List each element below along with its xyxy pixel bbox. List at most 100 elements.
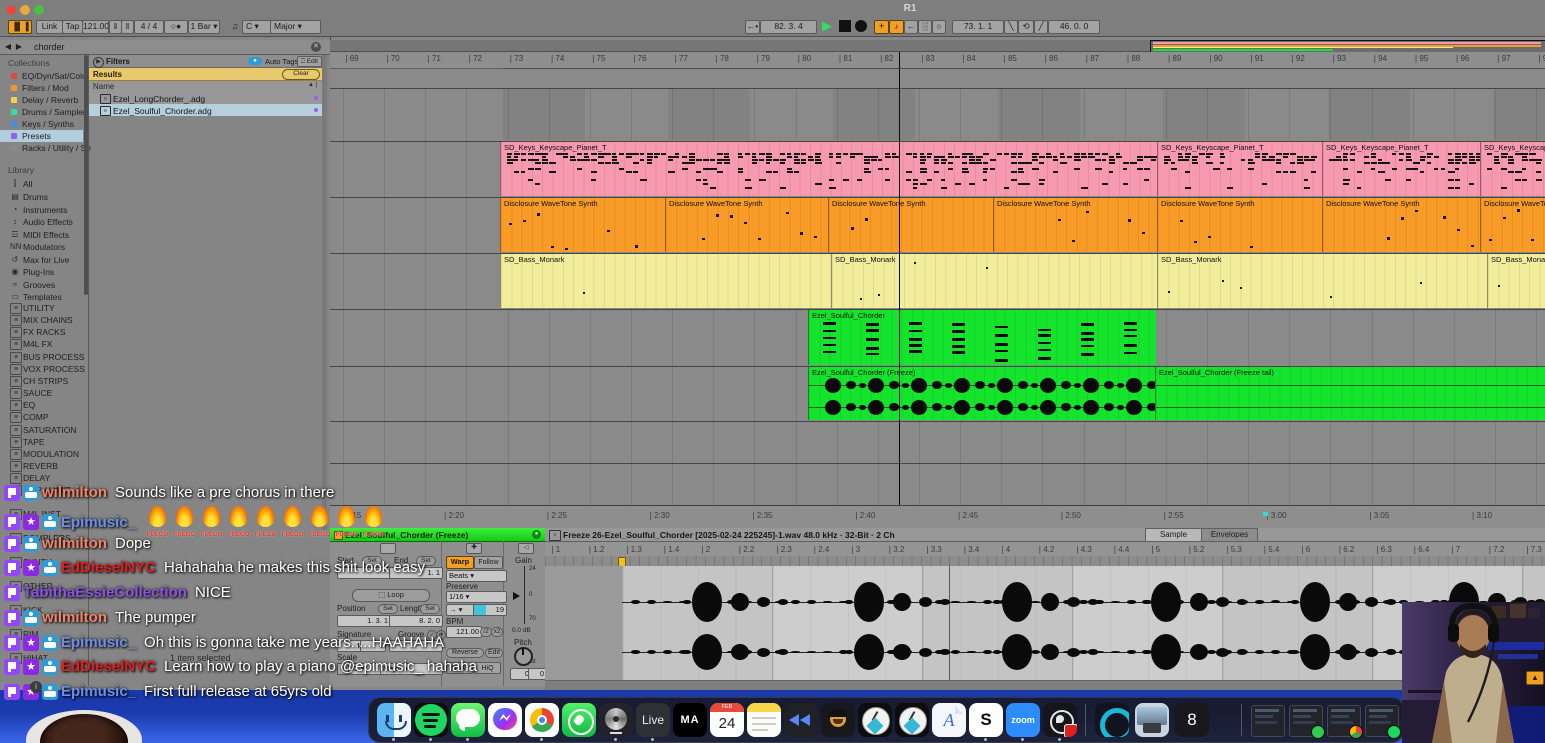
sidebar-item-collection[interactable]: Racks / Utility / Se [0,142,83,154]
sidebar-item-library[interactable]: ◉Plug-Ins [0,266,83,278]
search-input[interactable]: chorder [34,42,294,53]
tap-label[interactable]: Tap [62,20,83,34]
sidebar-item-library[interactable]: ◔Instruments [0,204,83,216]
arrangement-clip-synth[interactable]: Disclosure WaveTone Synth [1157,198,1323,252]
window-thumb-messages[interactable] [1289,705,1323,737]
punch-out-button[interactable]: ╱ [1034,20,1048,34]
clear-button[interactable]: Clear [282,69,320,80]
sidebar-item-library[interactable]: ↺Max for Live [0,254,83,266]
window-thumb-chrome[interactable] [1327,705,1361,737]
dj-character-dock-icon[interactable] [821,703,855,737]
arrangement-clip-synth[interactable]: Disclosure WaveTone Synth [828,198,994,252]
back-to-arrangement-button[interactable]: ← [904,20,918,34]
sidebar-item-library[interactable]: ≡M4L FX [0,338,83,350]
time-ruler[interactable] [330,505,1545,528]
chrome-dock-icon[interactable] [525,703,559,737]
bpm-double-button[interactable]: x2 [491,627,503,637]
chat-username[interactable]: Epimusic_ [61,634,136,651]
quantize-chooser[interactable]: 1 Bar ▾ [188,20,220,34]
zoom-dock-icon[interactable]: zoom [1006,703,1040,737]
sidebar-item-library[interactable]: ≡COMP [0,411,83,423]
reverse-button[interactable]: Reverse [446,648,484,658]
obs-dock-icon[interactable] [1043,703,1077,737]
eight-app-dock-icon[interactable]: 8 [1175,703,1209,737]
browser-forward-button[interactable]: ▶ [14,42,24,52]
sidebar-item-library[interactable]: ≡REVERB [0,460,83,472]
arrangement-clip-bass[interactable]: SD_Bass_Monark [1157,254,1488,308]
rewind-dock-icon[interactable] [784,703,818,737]
key-scale-chooser[interactable]: Major ▾ [270,20,321,34]
arrangement-clip-bass[interactable]: SD_Bass_Monark [1487,254,1545,308]
sidebar-item-library[interactable]: ≡VOX PROCESS [0,363,83,375]
metronome-toggle[interactable]: ○● [164,20,188,34]
clip-collapse-icon[interactable]: ● [532,530,541,539]
sidebar-item-library[interactable]: ⫿All [0,178,83,190]
messenger-dock-icon[interactable] [488,703,522,737]
stop-button[interactable] [839,20,851,32]
transient-loop-chooser[interactable]: → ▾ [446,604,476,616]
sample-insert-marker[interactable] [949,566,950,680]
preserve-chooser[interactable]: 1/16 ▾ [446,591,507,603]
notes-dock-icon[interactable] [747,703,781,737]
chat-username[interactable]: TabithaEssieCollection [23,584,187,601]
sidebar-item-library[interactable]: ≡FX RACKS [0,326,83,338]
sidebar-item-library[interactable]: ≡SATURATION [0,424,83,436]
arrangement-clip-keys[interactable]: SD_Keys_Keyscape_Pianet_T [500,142,1158,196]
position-set-button[interactable]: Set [378,604,398,614]
loop-start-field[interactable]: 73. 1. 1 [952,20,1004,34]
record-button[interactable] [855,20,867,32]
arrangement-position-field[interactable]: 82. 3. 4 [760,20,817,34]
sidebar-item-collection[interactable]: EQ/Dyn/Sat/Color [0,70,83,82]
punch-in-button[interactable]: ╲ [1004,20,1018,34]
link-label[interactable]: Link [36,20,63,34]
sidebar-item-library[interactable]: ≡UTILITY [0,302,83,314]
chat-username[interactable]: EdDieselNYC [61,658,156,675]
sidebar-item-collection[interactable]: Presets [0,130,83,142]
bpm-value-field[interactable]: 121.00 [446,626,482,638]
arrangement-clip-synth[interactable]: Disclosure WaveTone Synth [1480,198,1545,252]
chat-username[interactable]: EdDieselNYC [61,559,156,576]
edit-button[interactable]: Edit [485,648,503,658]
gain-handle-icon[interactable] [513,592,520,600]
transient-value-field[interactable]: 19 [473,604,507,616]
sidebar-item-library[interactable]: ▤Drums [0,191,83,203]
length-set-button[interactable]: Set [420,604,440,614]
sidebar-item-collection[interactable]: Drums / Samplers [0,106,83,118]
gain-slider[interactable] [524,566,525,624]
arrangement-clip-keys[interactable]: SD_Keys_Keyscape_Pianet_T [1322,142,1481,196]
calendar-dock-icon[interactable]: FEB24 [710,703,744,737]
sidebar-item-library[interactable]: ↕Audio Effects [0,216,83,228]
arrangement-clip-keys[interactable]: SD_Keys_Keyscape_Pianet_T [1157,142,1323,196]
arrangement-clip-synth[interactable]: Disclosure WaveTone Synth [665,198,829,252]
ma-app-dock-icon[interactable]: MA [673,703,707,737]
sort-icon[interactable]: ▲ | [308,82,317,88]
sidebar-item-library[interactable]: ≡TAPE [0,436,83,448]
chat-username[interactable]: wilmilton [42,484,107,501]
finder-dock-icon[interactable] [377,703,411,737]
warp-button[interactable]: Warp [446,556,474,569]
clip-tab-icon[interactable] [380,543,396,554]
loop-button[interactable]: ⬚ Loop [352,589,430,602]
ableton-live-dock-icon[interactable]: Live [636,703,670,737]
nudge-up-button[interactable]: ‖ [121,20,134,34]
follow-button[interactable]: Follow [474,556,503,569]
chat-username[interactable]: Epimusic_ [61,514,136,531]
sidebar-item-library[interactable]: ≡MODULATION [0,448,83,460]
sidebar-item-collection[interactable]: Keys / Synths [0,118,83,130]
spotify-dock-icon[interactable] [414,703,448,737]
sample-scrollbar[interactable] [545,680,1545,690]
sidebar-item-library[interactable]: ≡SAUCE [0,387,83,399]
document-a-dock-icon[interactable]: A [932,703,966,737]
sidebar-item-library[interactable]: ☲MIDI Effects [0,229,83,241]
tab-envelopes[interactable]: Envelopes [1201,528,1258,542]
teal-ring-dock-icon[interactable] [1095,703,1129,737]
chat-username[interactable]: wilmilton [42,535,107,552]
chat-username[interactable]: Epimusic_ [61,683,136,700]
arrangement-clip-synth[interactable]: Disclosure WaveTone Synth [500,198,666,252]
browser-back-button[interactable]: ◀ [3,42,13,52]
search-clear-icon[interactable]: ✕ [311,42,321,52]
filters-expand-icon[interactable]: ▶ [93,57,104,68]
messages-dock-icon[interactable] [451,703,485,737]
arrangement-clip-chorder-midi[interactable]: Ezel_Soulful_Chorder [808,310,1156,365]
sidebar-item-collection[interactable]: Filters / Mod [0,82,83,94]
